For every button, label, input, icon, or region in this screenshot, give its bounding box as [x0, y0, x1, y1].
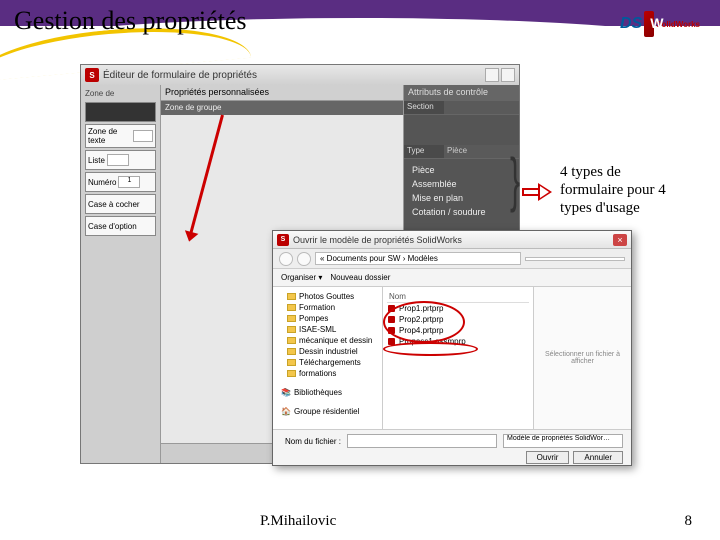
- curly-brace-annotation: }: [510, 162, 520, 198]
- red-arrow-annotation: [189, 115, 224, 237]
- dialog-toolbar: Organiser ▾ Nouveau dossier: [273, 269, 631, 287]
- tree-libraries[interactable]: 📚 Bibliothèques: [277, 387, 378, 398]
- tree-item[interactable]: Pompes: [277, 313, 378, 324]
- palette-item-radio[interactable]: Case d'option: [85, 216, 156, 236]
- attributes-header: Attributs de contrôle: [404, 85, 519, 101]
- folder-icon: [287, 337, 296, 344]
- group-zone-row[interactable]: Zone de groupe: [161, 101, 403, 115]
- editor-title: Éditeur de formulaire de propriétés: [103, 70, 483, 81]
- folder-icon: [287, 304, 296, 311]
- editor-titlebar: S Éditeur de formulaire de propriétés: [81, 65, 519, 85]
- type-label-row: Type Pièce: [404, 145, 519, 159]
- open-button[interactable]: Ouvrir: [526, 451, 570, 464]
- tree-item[interactable]: Téléchargements: [277, 357, 378, 368]
- solidworks-logo: DS SolidWorks: [620, 8, 700, 40]
- tree-item[interactable]: Photos Gouttes: [277, 291, 378, 302]
- tree-item[interactable]: Formation: [277, 302, 378, 313]
- palette-item-groupbox[interactable]: [85, 102, 156, 122]
- back-button-icon[interactable]: [279, 252, 293, 266]
- attribute-value[interactable]: [444, 101, 519, 114]
- dialog-app-icon: S: [277, 234, 289, 246]
- folder-icon: [287, 348, 296, 355]
- folder-icon: [287, 370, 296, 377]
- palette-item-number[interactable]: Numéro1: [85, 172, 156, 192]
- callout-arrow: [522, 185, 552, 199]
- close-icon[interactable]: ×: [613, 234, 627, 246]
- filename-label: Nom du fichier :: [281, 437, 341, 446]
- controls-palette: Zone de Zone de texte Liste Numéro1 Case…: [81, 85, 161, 463]
- dialog-path-row: « Documents pour SW › Modèles: [273, 249, 631, 269]
- dialog-footer: Nom du fichier : Modèle de propriétés So…: [273, 429, 631, 465]
- folder-icon: [287, 326, 296, 333]
- dialog-titlebar: S Ouvrir le modèle de propriétés SolidWo…: [273, 231, 631, 249]
- type-value[interactable]: Pièce: [444, 145, 519, 158]
- slide-page-number: 8: [685, 513, 693, 530]
- type-option-assembly[interactable]: Assemblée: [408, 177, 515, 191]
- attribute-row: Section: [404, 101, 519, 115]
- palette-item-checkbox[interactable]: Case à cocher: [85, 194, 156, 214]
- dialog-title: Ouvrir le modèle de propriétés SolidWork…: [293, 235, 613, 245]
- tree-item[interactable]: Dessin industriel: [277, 346, 378, 357]
- tree-item[interactable]: formations: [277, 368, 378, 379]
- tree-homegroup[interactable]: 🏠 Groupe résidentiel: [277, 406, 378, 417]
- solidworks-app-icon: S: [85, 68, 99, 82]
- type-dropdown-list: Pièce Assemblée Mise en plan Cotation / …: [404, 159, 519, 223]
- file-item[interactable]: Prop1.prtprp: [387, 303, 529, 314]
- custom-properties-tab[interactable]: Propriétés personnalisées: [161, 85, 403, 101]
- file-preview-pane: Sélectionner un fichier à afficher: [533, 287, 631, 429]
- open-file-dialog: S Ouvrir le modèle de propriétés SolidWo…: [272, 230, 632, 466]
- file-item[interactable]: Prop2.prtprp: [387, 314, 529, 325]
- folder-tree: Photos Gouttes Formation Pompes ISAE-SML…: [273, 287, 383, 429]
- forward-button-icon[interactable]: [297, 252, 311, 266]
- palette-item-textbox[interactable]: Zone de texte: [85, 124, 156, 148]
- file-type-filter[interactable]: Modèle de propriétés SolidWor…: [503, 434, 623, 448]
- toolbar-new-icon[interactable]: [485, 68, 499, 82]
- search-input[interactable]: [525, 257, 625, 261]
- cancel-button[interactable]: Annuler: [573, 451, 623, 464]
- attribute-key: Section: [404, 101, 444, 114]
- tree-item[interactable]: ISAE-SML: [277, 324, 378, 335]
- palette-section-label: Zone de: [83, 87, 158, 100]
- filelist-column-name[interactable]: Nom: [387, 291, 529, 303]
- folder-icon: [287, 293, 296, 300]
- type-option-weldment[interactable]: Cotation / soudure: [408, 205, 515, 219]
- solidworks-cube-icon: [644, 11, 654, 37]
- slide-annotation-text: 4 types de formulaire pour 4 types d'usa…: [560, 163, 680, 217]
- type-label: Type: [404, 145, 444, 158]
- filename-input[interactable]: [347, 434, 497, 448]
- file-list: Nom Prop1.prtprp Prop2.prtprp Prop4.prtp…: [383, 287, 533, 429]
- organize-menu[interactable]: Organiser ▾: [281, 273, 322, 282]
- slide-title: Gestion des propriétés: [14, 6, 247, 36]
- file-item[interactable]: Propass1.assmprp: [387, 336, 529, 347]
- type-option-part[interactable]: Pièce: [408, 163, 515, 177]
- new-folder-button[interactable]: Nouveau dossier: [330, 273, 390, 282]
- breadcrumb-path[interactable]: « Documents pour SW › Modèles: [315, 252, 521, 265]
- folder-icon: [287, 315, 296, 322]
- toolbar-save-icon[interactable]: [501, 68, 515, 82]
- ds-logo-text: DS: [620, 15, 642, 33]
- slide-author: P.Mihailovic: [260, 513, 336, 530]
- type-option-drawing[interactable]: Mise en plan: [408, 191, 515, 205]
- folder-icon: [287, 359, 296, 366]
- file-item[interactable]: Prop4.prtprp: [387, 325, 529, 336]
- palette-item-list[interactable]: Liste: [85, 150, 156, 170]
- tree-item[interactable]: mécanique et dessin: [277, 335, 378, 346]
